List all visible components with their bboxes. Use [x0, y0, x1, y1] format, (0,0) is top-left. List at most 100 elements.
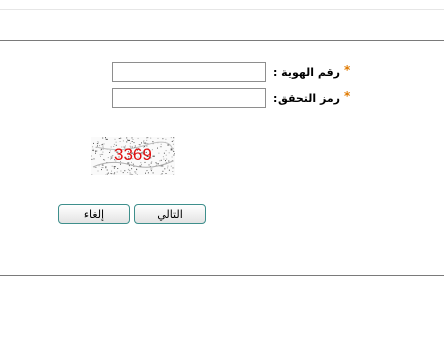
captcha-noise-dot — [102, 137, 104, 139]
captcha-noise-dot — [99, 154, 101, 156]
captcha-noise-dot — [113, 173, 115, 175]
captcha-noise-dot — [105, 138, 107, 140]
captcha-noise-dot — [127, 139, 129, 141]
captcha-noise-dot — [145, 172, 146, 174]
captcha-noise-dot — [111, 170, 112, 172]
captcha-noise-dot — [156, 163, 158, 165]
captcha-noise-dot — [102, 151, 104, 153]
captcha-noise-dot — [111, 173, 113, 175]
captcha-noise-dot — [157, 163, 159, 165]
captcha-noise-dot — [147, 172, 149, 174]
captcha-noise-dot — [116, 171, 118, 173]
captcha-noise-dot — [166, 158, 168, 160]
verification-code-input[interactable] — [112, 88, 266, 108]
captcha-noise-dot — [114, 138, 116, 140]
captcha-noise-dot — [118, 138, 120, 139]
form-top-rule — [0, 40, 444, 41]
captcha-noise-dot — [131, 174, 134, 175]
captcha-noise-dot — [126, 141, 128, 143]
captcha-noise-dot — [167, 167, 169, 169]
captcha-noise-dot — [102, 164, 104, 166]
captcha-noise-dot — [110, 172, 112, 174]
captcha-noise-dot — [161, 173, 163, 175]
captcha-noise-dot — [122, 140, 124, 142]
captcha-noise-dot — [170, 137, 172, 139]
captcha-noise-dot — [122, 172, 124, 174]
captcha-noise-dot — [150, 168, 153, 170]
captcha-noise-dot — [171, 156, 173, 158]
captcha-noise-dot — [150, 170, 152, 172]
captcha-noise-dot — [164, 168, 166, 170]
captcha-noise-dot — [146, 142, 148, 144]
captcha-noise-dot — [101, 148, 103, 150]
captcha-noise-dot — [165, 138, 167, 140]
captcha-noise-dot — [172, 167, 175, 169]
captcha-noise-dot — [173, 174, 175, 175]
captcha-noise-dot — [158, 152, 160, 154]
captcha-noise-dot — [131, 168, 133, 170]
captcha-noise-dot — [157, 147, 158, 149]
captcha-noise-dot — [97, 145, 98, 147]
captcha-noise-dot — [150, 137, 152, 139]
captcha-noise-dot — [136, 169, 138, 171]
cancel-button[interactable]: إلغاء — [58, 204, 130, 224]
captcha-noise-dot — [97, 170, 99, 172]
captcha-noise-dot — [103, 143, 105, 145]
id-number-label: رقم الهوية — [281, 66, 340, 79]
captcha-noise-dot — [134, 171, 137, 173]
captcha-noise-dot — [172, 171, 174, 172]
captcha-noise-dot — [114, 172, 116, 174]
captcha-noise-dot — [102, 146, 104, 148]
verification-code-label: رمز التحقق — [278, 92, 340, 105]
id-number-input[interactable] — [112, 62, 266, 82]
captcha-noise-dot — [92, 148, 94, 150]
captcha-noise-dot — [101, 144, 102, 146]
captcha-noise-dot — [168, 160, 170, 162]
captcha-noise-dot — [105, 174, 107, 175]
next-button[interactable]: التالي — [134, 204, 206, 224]
captcha-noise-dot — [157, 137, 159, 139]
captcha-noise-dot — [102, 143, 104, 145]
captcha-noise-dot — [146, 139, 148, 141]
captcha-noise-dot — [144, 142, 147, 144]
captcha-noise-dot — [96, 150, 98, 152]
captcha-noise-dot — [162, 156, 164, 158]
captcha-noise-dot — [113, 166, 116, 168]
captcha-noise-dot — [109, 152, 111, 153]
captcha-noise-dot — [110, 146, 112, 148]
captcha-noise-dot — [163, 152, 165, 154]
captcha-noise-dot — [95, 150, 97, 152]
captcha-noise-dot — [170, 149, 172, 151]
captcha-noise-dot — [111, 155, 113, 157]
captcha-noise-dot — [146, 170, 148, 172]
captcha-noise-dot — [129, 142, 131, 144]
captcha-noise-dot — [128, 139, 130, 141]
captcha-noise-dot — [106, 169, 108, 171]
captcha-noise-dot — [152, 155, 155, 157]
captcha-noise-dot — [105, 167, 107, 169]
captcha-noise-dot — [132, 139, 134, 140]
captcha-noise-dot — [131, 141, 133, 142]
captcha-noise-dot — [93, 142, 94, 144]
captcha-noise-dot — [98, 165, 100, 167]
captcha-noise-dot — [162, 170, 164, 172]
captcha-noise-dot — [111, 165, 113, 167]
captcha-noise-dot — [165, 173, 167, 174]
captcha-noise-dot — [162, 165, 164, 167]
captcha-noise-dot — [92, 149, 94, 151]
captcha-noise-dot — [172, 143, 174, 145]
captcha-noise-dot — [107, 172, 109, 174]
captcha-noise-dot — [167, 165, 169, 167]
captcha-noise-dot — [173, 151, 175, 152]
id-number-colon: : — [273, 66, 278, 79]
captcha-noise-dot — [120, 170, 122, 172]
captcha-noise-dot — [124, 170, 126, 172]
captcha-noise-dot — [131, 137, 133, 139]
required-mark: * — [344, 89, 351, 103]
captcha-noise-dot — [173, 137, 175, 139]
form-bottom-rule — [0, 275, 444, 276]
captcha-noise-dot — [106, 173, 108, 175]
captcha-noise-dot — [170, 165, 172, 167]
captcha-noise-dot — [159, 160, 161, 162]
captcha-noise-dot — [174, 153, 175, 155]
